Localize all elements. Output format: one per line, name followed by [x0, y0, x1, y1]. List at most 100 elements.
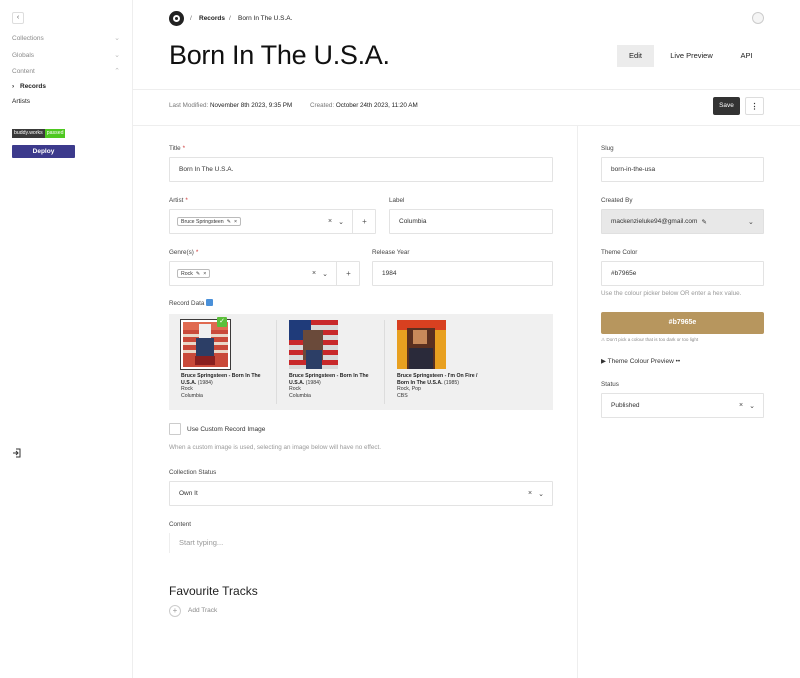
required-marker: * — [185, 197, 188, 204]
deploy-button[interactable]: Deploy — [12, 145, 75, 158]
add-track-button[interactable]: Add Track — [188, 606, 217, 615]
record-genre: Rock, Pop — [397, 386, 421, 392]
record-year: (1984) — [197, 379, 213, 386]
record-cover-image[interactable] — [289, 320, 338, 369]
created-by-select[interactable]: mackenzieluke94@gmail.com ✎ ⌄ — [601, 209, 764, 234]
slug-label: Slug — [601, 145, 614, 152]
color-warning: ⚠ Don't pick a colour that is too dark o… — [601, 337, 699, 342]
nav-group-collections[interactable]: Collections ⌄ — [12, 33, 120, 45]
edit-icon[interactable]: ✎ — [227, 219, 231, 225]
logout-icon[interactable] — [12, 448, 22, 458]
chevron-down-icon[interactable]: ⌄ — [322, 270, 328, 278]
record-option[interactable]: Bruce Springsteen - Born In The U.S.A. (… — [277, 320, 384, 404]
color-picker-button[interactable]: #b7965e — [601, 312, 764, 334]
app-logo-icon[interactable] — [169, 11, 184, 26]
genres-select[interactable]: Rock ✎ × × ⌄ + — [169, 261, 360, 286]
sidebar-item-artists[interactable]: Artists — [12, 96, 120, 108]
clear-icon[interactable]: × — [312, 270, 316, 277]
custom-image-help: When a custom image is used, selecting a… — [169, 444, 381, 451]
last-modified-value: November 8th 2023, 9:35 PM — [209, 102, 293, 109]
add-genre-icon[interactable]: + — [336, 262, 360, 285]
record-option[interactable]: Bruce Springsteen - I'm On Fire / Born I… — [385, 320, 492, 404]
favourite-tracks-title: Favourite Tracks — [169, 584, 258, 598]
meta-divider — [133, 125, 800, 126]
custom-image-checkbox[interactable] — [169, 423, 181, 435]
live-preview-button[interactable]: Live Preview — [665, 45, 718, 67]
last-modified-label: Last Modified: — [169, 102, 209, 109]
record-data-label: Record Data — [169, 299, 214, 308]
record-details: Bruce Springsteen - Born In The U.S.A. (… — [181, 373, 271, 399]
created-label: Created: — [310, 102, 335, 109]
slug-input[interactable]: born-in-the-usa — [601, 157, 764, 182]
breadcrumb-separator: / — [229, 15, 231, 22]
content-editor[interactable]: Start typing... — [169, 533, 553, 553]
avatar[interactable] — [752, 12, 764, 24]
genres-label-text: Genre(s) — [169, 249, 194, 256]
custom-image-label[interactable]: Use Custom Record Image — [187, 425, 265, 434]
content-label: Content — [169, 521, 192, 528]
chevron-down-icon[interactable]: ⌄ — [338, 218, 344, 226]
artist-label-text: Artist — [169, 197, 184, 204]
nav-group-label: Content — [12, 68, 35, 75]
artist-select[interactable]: Bruce Springsteen ✎ × × ⌄ + — [169, 209, 376, 234]
build-status-badge[interactable]: buddy.works passed — [12, 129, 66, 138]
last-modified: Last Modified: November 8th 2023, 9:35 P… — [169, 102, 292, 110]
selected-check-icon: ✓ — [217, 317, 227, 327]
chevron-down-icon: ⌄ — [114, 35, 120, 42]
genres-label: Genre(s) * — [169, 248, 198, 257]
select-controls: × ⌄ — [528, 482, 544, 505]
release-year-input[interactable]: 1984 — [372, 261, 553, 286]
created-by-value: mackenzieluke94@gmail.com — [611, 218, 698, 225]
title-label: Title * — [169, 144, 185, 153]
add-track-icon[interactable]: + — [169, 605, 181, 617]
genre-tag-label: Rock — [181, 270, 193, 277]
chevron-up-icon: ⌃ — [114, 68, 120, 75]
nav-group-label: Globals — [12, 52, 35, 59]
nav-group-content[interactable]: Content ⌃ — [12, 66, 120, 78]
created-by-label: Created By — [601, 197, 633, 204]
save-button[interactable]: Save — [713, 97, 740, 115]
edit-tab-button[interactable]: Edit — [617, 45, 654, 67]
chevron-down-icon[interactable]: ⌄ — [538, 490, 544, 498]
record-title: Bruce Springsteen - I'm On Fire / Born I… — [397, 373, 478, 386]
collection-status-select[interactable]: Own It × ⌄ — [169, 481, 553, 506]
record-details: Bruce Springsteen - Born In The U.S.A. (… — [289, 373, 379, 399]
theme-color-help: Use the colour picker below OR enter a h… — [601, 290, 742, 297]
chevron-down-icon[interactable]: ⌄ — [749, 402, 755, 410]
add-artist-icon[interactable]: + — [352, 210, 376, 233]
record-cover-image[interactable] — [180, 319, 231, 370]
created-value: October 24th 2023, 11:20 AM — [335, 102, 418, 109]
collapse-sidebar-button[interactable]: ‹ — [12, 12, 24, 24]
edit-icon[interactable]: ✎ — [196, 271, 200, 277]
edit-icon[interactable]: ✎ — [701, 218, 706, 226]
record-cover-image[interactable] — [397, 320, 446, 369]
remove-tag-icon[interactable]: × — [203, 271, 206, 277]
theme-preview-toggle[interactable]: ▶ Theme Colour Preview •• — [601, 357, 680, 366]
page-title: Born In The U.S.A. — [169, 40, 390, 70]
record-data-panel: ✓ Bruce Springsteen - Born In The U.S.A.… — [169, 314, 553, 410]
sidebar-item-records[interactable]: › Records — [12, 81, 120, 93]
title-input[interactable]: Born In The U.S.A. — [169, 157, 553, 182]
info-icon[interactable] — [206, 299, 214, 306]
breadcrumb-records[interactable]: Records — [199, 14, 225, 23]
badge-status: passed — [44, 129, 66, 138]
sidebar-item-label: Records — [20, 83, 47, 90]
genre-tag[interactable]: Rock ✎ × — [177, 269, 211, 278]
clear-icon[interactable]: × — [328, 218, 332, 225]
theme-color-input[interactable]: #b7965e — [601, 261, 764, 286]
more-options-icon[interactable]: ⋮ — [745, 97, 764, 115]
clear-icon[interactable]: × — [739, 402, 743, 409]
nav-group-label: Collections — [12, 35, 44, 42]
status-select[interactable]: Published × ⌄ — [601, 393, 764, 418]
api-button[interactable]: API — [733, 45, 760, 67]
chevron-down-icon[interactable]: ⌄ — [748, 210, 754, 233]
record-label-input[interactable]: Columbia — [389, 209, 553, 234]
nav-group-globals[interactable]: Globals ⌄ — [12, 50, 120, 62]
clear-icon[interactable]: × — [528, 490, 532, 497]
artist-label: Artist * — [169, 196, 188, 205]
remove-tag-icon[interactable]: × — [234, 219, 237, 225]
artist-tag[interactable]: Bruce Springsteen ✎ × — [177, 217, 242, 226]
header-divider — [133, 89, 800, 90]
record-option[interactable]: ✓ Bruce Springsteen - Born In The U.S.A.… — [169, 317, 276, 404]
record-label: Columbia — [181, 392, 203, 399]
